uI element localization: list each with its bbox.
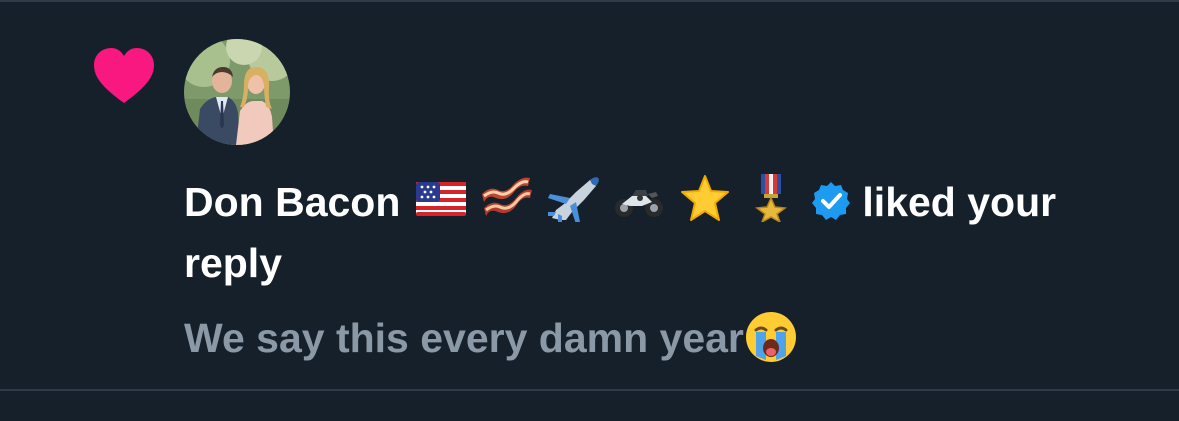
heart-icon [92,47,156,105]
user-name[interactable]: Don Bacon [184,179,400,225]
reply-snippet-text: We say this every damn year [184,315,744,361]
reply-snippet[interactable]: We say this every damn year [184,308,1164,369]
like-notification[interactable]: Don Bacon liked your reply We say this e… [0,2,1179,389]
loudly-crying-face-emoji [744,310,798,364]
avatar[interactable] [184,39,290,145]
notification-text: Don Bacon liked your reply [184,172,1154,294]
motorcycle-emoji [612,174,666,222]
star-emoji [678,174,732,222]
bottom-divider [0,389,1179,391]
us-flag-emoji [414,174,468,222]
bacon-emoji [480,174,534,222]
airplane-emoji [546,174,600,222]
verified-badge-icon[interactable] [810,178,852,220]
military-medal-emoji [744,174,798,222]
name-emojis [414,174,810,222]
